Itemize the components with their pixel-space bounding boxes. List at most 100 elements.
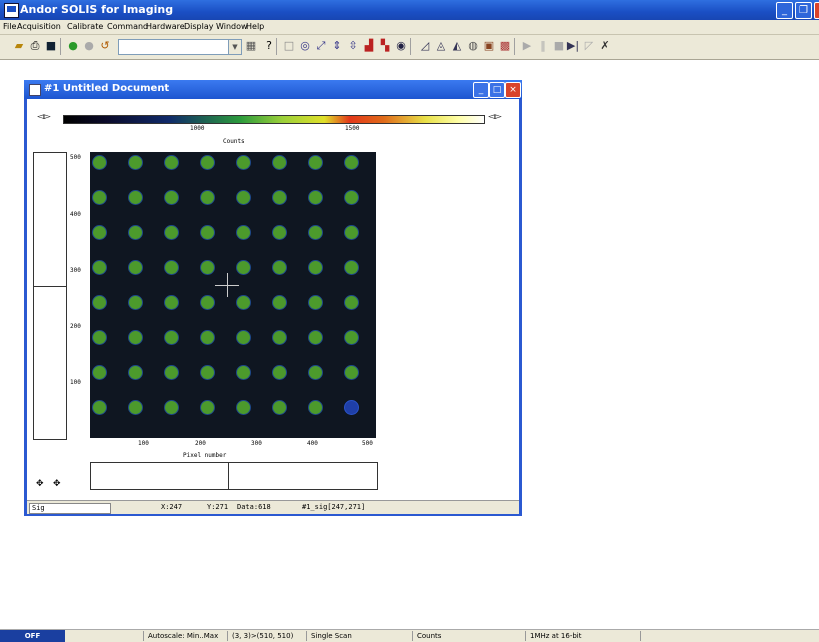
- zoom-profile-icon[interactable]: ✥: [53, 479, 61, 489]
- image-spot: [129, 226, 142, 239]
- app-title-bar: Andor SOLIS for Imaging _ ❐ ×: [0, 0, 819, 20]
- doc-maximize-icon[interactable]: □: [489, 82, 505, 98]
- menu-acquisition[interactable]: Acquisition: [17, 22, 61, 31]
- doc-minimize-icon[interactable]: _: [473, 82, 489, 98]
- menu-display[interactable]: Display: [184, 22, 214, 31]
- undo-icon[interactable]: ↺: [98, 39, 112, 53]
- image-spot: [273, 261, 286, 274]
- step-icon[interactable]: ▶|: [566, 39, 580, 53]
- acquire-icon[interactable]: ●: [66, 39, 80, 53]
- image-icon[interactable]: ▣: [482, 39, 496, 53]
- help-icon[interactable]: ?: [262, 39, 276, 53]
- zoom-icon[interactable]: ◎: [298, 39, 312, 53]
- image-spot: [309, 156, 322, 169]
- image-spot: [309, 401, 322, 414]
- image-spot: [345, 191, 358, 204]
- x-tick: 100: [138, 440, 149, 447]
- image-spot: [129, 191, 142, 204]
- colorbar-tick: 1000: [190, 125, 205, 132]
- ccd-image[interactable]: [90, 152, 376, 438]
- toolbar-separator: [60, 38, 61, 55]
- toolbar-separator: [276, 38, 277, 55]
- x-tick: 300: [251, 440, 262, 447]
- menu-bar: File Acquisition Calibrate Command Hardw…: [0, 20, 819, 35]
- image-spot: [93, 296, 106, 309]
- image-spot: [201, 296, 214, 309]
- plot-icon[interactable]: ◿: [418, 39, 432, 53]
- view-icon[interactable]: ▩: [498, 39, 512, 53]
- print-icon[interactable]: ⎙: [28, 39, 42, 53]
- horizontal-profile: [90, 462, 378, 490]
- histogram-icon[interactable]: ▟: [362, 39, 376, 53]
- stretch-icon[interactable]: ⇳: [346, 39, 360, 53]
- record-icon[interactable]: ●: [82, 39, 96, 53]
- units-status: Counts: [412, 631, 441, 641]
- menu-file[interactable]: File: [3, 22, 16, 31]
- colorbar-tick: 1500: [345, 125, 360, 132]
- image-spot: [165, 226, 178, 239]
- menu-hardware[interactable]: Hardware: [146, 22, 185, 31]
- image-spot: [165, 191, 178, 204]
- image-spot: [309, 296, 322, 309]
- tools-icon[interactable]: ✗: [598, 39, 612, 53]
- palette-icon[interactable]: ▚: [378, 39, 392, 53]
- readout-status: 1MHz at 16-bit: [525, 631, 581, 641]
- restore-icon[interactable]: ❐: [795, 2, 812, 19]
- y-tick: 500: [70, 154, 81, 161]
- y-tick: 200: [70, 323, 81, 330]
- status-empty: [640, 631, 645, 641]
- image-spot: [201, 366, 214, 379]
- menu-command[interactable]: Command: [107, 22, 148, 31]
- stop-icon[interactable]: ■: [552, 39, 566, 53]
- y-tick: 400: [70, 211, 81, 218]
- colorbar-right-arrows-icon[interactable]: ◅▻: [488, 112, 502, 122]
- app-title: Andor SOLIS for Imaging: [20, 3, 174, 16]
- colorbar-left-arrows-icon[interactable]: ◅▻: [37, 112, 51, 122]
- disc-icon[interactable]: ◍: [466, 39, 480, 53]
- close-icon[interactable]: ×: [814, 2, 819, 19]
- pause-icon[interactable]: ‖: [536, 39, 550, 53]
- save-icon[interactable]: ■: [44, 39, 58, 53]
- minimize-icon[interactable]: _: [776, 2, 793, 19]
- menu-help[interactable]: Help: [246, 22, 264, 31]
- pan-icon[interactable]: ✥: [36, 479, 44, 489]
- toolbar-combo[interactable]: [118, 39, 230, 55]
- image-spot: [273, 191, 286, 204]
- grid-icon[interactable]: ▦: [244, 39, 258, 53]
- image-spot: [309, 331, 322, 344]
- open-icon[interactable]: ▰: [12, 39, 26, 53]
- doc-close-icon[interactable]: ×: [505, 82, 521, 98]
- image-spot: [237, 366, 250, 379]
- cursor-data: Data:618: [237, 503, 271, 511]
- x-tick: 400: [307, 440, 318, 447]
- peak-icon[interactable]: ◬: [434, 39, 448, 53]
- image-spot: [345, 401, 358, 414]
- image-spot: [93, 226, 106, 239]
- menu-window[interactable]: Window: [216, 22, 248, 31]
- image-spot: [201, 261, 214, 274]
- image-spot: [201, 331, 214, 344]
- trace-icon[interactable]: ◸: [582, 39, 596, 53]
- frame-icon[interactable]: □: [282, 39, 296, 53]
- image-spot: [93, 156, 106, 169]
- x-tick: 200: [195, 440, 206, 447]
- region-status: (3, 3)>(510, 510): [227, 631, 293, 641]
- crosshair: [227, 273, 228, 297]
- signal-field[interactable]: Sig: [29, 503, 111, 514]
- chevron-down-icon[interactable]: ▼: [228, 39, 242, 55]
- image-spot: [237, 261, 250, 274]
- area-icon[interactable]: ◭: [450, 39, 464, 53]
- rescale-icon[interactable]: ⤢: [314, 39, 328, 53]
- image-spot: [165, 366, 178, 379]
- image-spot: [93, 366, 106, 379]
- image-spot: [309, 191, 322, 204]
- image-spot: [129, 296, 142, 309]
- fit-icon[interactable]: ⇕: [330, 39, 344, 53]
- y-tick: 100: [70, 379, 81, 386]
- menu-calibrate[interactable]: Calibrate: [67, 22, 103, 31]
- play-icon[interactable]: ▶: [520, 39, 534, 53]
- image-spot: [309, 226, 322, 239]
- info-icon[interactable]: ◉: [394, 39, 408, 53]
- image-spot: [273, 226, 286, 239]
- image-spot: [165, 331, 178, 344]
